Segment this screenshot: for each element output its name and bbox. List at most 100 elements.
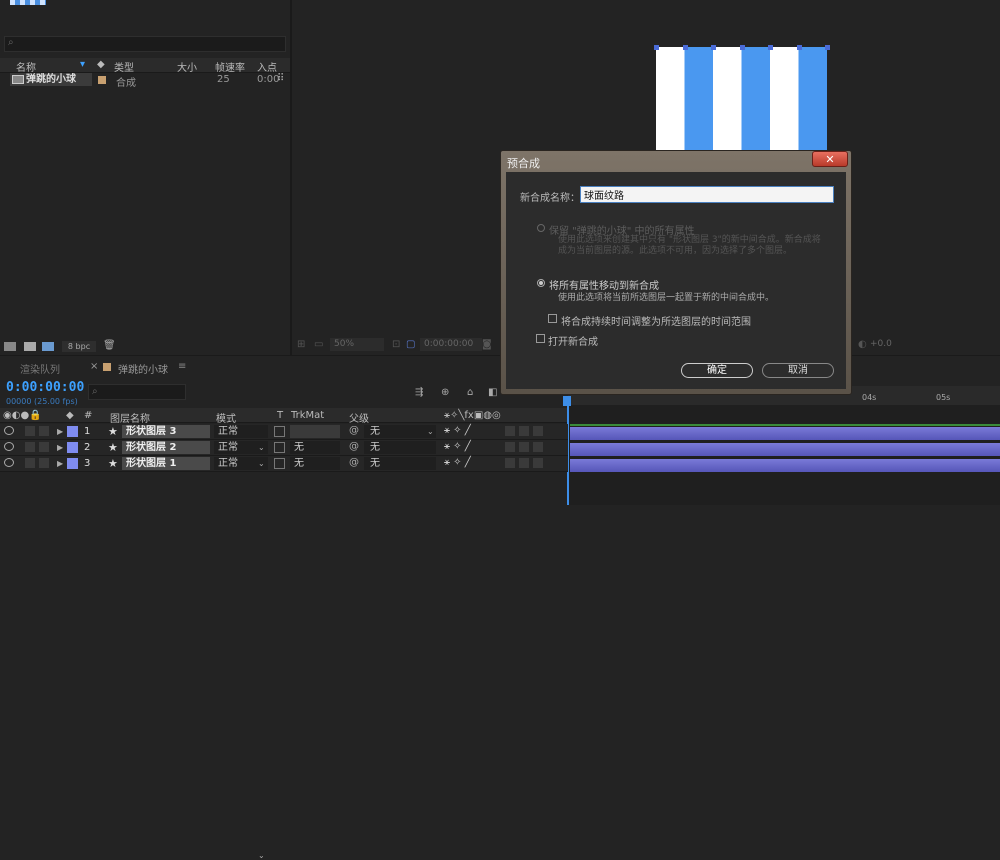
viewer-time-display[interactable]: 0:00:00:00 xyxy=(420,338,482,351)
composition-mini-flowchart-icon[interactable]: ⇶ xyxy=(415,387,423,398)
transform-handle[interactable] xyxy=(654,45,659,50)
preserve-transparency-checkbox[interactable] xyxy=(274,426,285,437)
close-icon[interactable]: × xyxy=(90,361,98,372)
parent-select[interactable]: 无 xyxy=(364,441,436,454)
trkmat-select[interactable]: 无 xyxy=(290,457,340,470)
solo-toggle[interactable] xyxy=(25,458,35,468)
layer-duration-bar[interactable] xyxy=(570,459,1000,472)
project-search-input[interactable] xyxy=(4,36,286,52)
timeline-search-input[interactable] xyxy=(88,384,186,400)
label-tag-icon[interactable]: ◆ xyxy=(97,59,105,70)
new-composition-icon[interactable] xyxy=(42,342,54,351)
new-comp-name-input[interactable] xyxy=(580,186,834,203)
switch-collapse-icon[interactable]: ⚹ ✧ ╱ xyxy=(444,441,471,452)
parent-select[interactable]: 无 xyxy=(364,425,436,438)
layer-duration-bar[interactable] xyxy=(570,443,1000,456)
chevron-down-icon[interactable]: ⌄ xyxy=(427,427,434,436)
layer-name[interactable]: 形状图层 2 xyxy=(122,441,210,454)
column-name[interactable]: 名称 xyxy=(16,59,36,74)
lock-toggle[interactable] xyxy=(39,458,49,468)
interpret-footage-icon[interactable] xyxy=(4,342,16,351)
grid-icon[interactable]: ⊡ xyxy=(392,339,400,350)
lock-toggle[interactable] xyxy=(39,426,49,436)
expand-arrow-icon[interactable]: ▶ xyxy=(57,427,63,436)
camera-icon[interactable]: ◙ xyxy=(482,339,492,350)
tab-render-queue[interactable]: 渲染队列 xyxy=(20,361,60,376)
lock-toggle[interactable] xyxy=(39,442,49,452)
preserve-transparency-checkbox[interactable] xyxy=(274,442,285,453)
adjust-duration-checkbox[interactable] xyxy=(548,314,557,323)
layer-label-color[interactable] xyxy=(67,442,78,453)
layer-name[interactable]: 形状图层 3 xyxy=(122,425,210,438)
switch-box[interactable] xyxy=(519,458,529,468)
layer-name[interactable]: 形状图层 1 xyxy=(122,457,210,470)
striped-shape-layer[interactable] xyxy=(656,47,827,150)
cancel-button[interactable]: 取消 xyxy=(762,363,834,378)
transform-handle[interactable] xyxy=(825,45,830,50)
current-timecode[interactable]: 0:00:00:00 xyxy=(6,380,84,395)
option-move-attributes-radio[interactable] xyxy=(537,279,545,287)
switch-box[interactable] xyxy=(533,458,543,468)
switch-box[interactable] xyxy=(533,426,543,436)
layer-duration-bar[interactable] xyxy=(570,427,1000,440)
solo-toggle[interactable] xyxy=(25,426,35,436)
transform-handle[interactable] xyxy=(797,45,802,50)
new-folder-icon[interactable] xyxy=(24,342,36,351)
layer-label-color[interactable] xyxy=(67,458,78,469)
trkmat-select[interactable] xyxy=(290,425,340,438)
tab-composition[interactable]: 弹跳的小球 xyxy=(118,361,168,376)
switch-box[interactable] xyxy=(533,442,543,452)
table-row[interactable]: ▶ 2 ★ 形状图层 2 正常 ⌄ 无 @ 无 ⚹ ✧ ╱ xyxy=(0,440,568,456)
column-fps[interactable]: 帧速率 xyxy=(215,59,245,74)
eye-icon[interactable] xyxy=(4,442,14,451)
open-new-comp-label[interactable]: 打开新合成 xyxy=(548,333,598,348)
chevron-down-icon[interactable]: ⌄ xyxy=(258,443,265,452)
exposure-icon[interactable]: ◐ xyxy=(858,339,867,350)
frame-blending-icon[interactable]: ◧ xyxy=(488,387,497,398)
flowchart-icon[interactable]: ⠿ xyxy=(277,73,284,84)
trash-icon[interactable]: 🗑 xyxy=(103,340,116,351)
switch-collapse-icon[interactable]: ⚹ ✧ ╱ xyxy=(444,425,471,436)
column-type[interactable]: 类型 xyxy=(114,59,134,74)
parent-select[interactable]: 无 xyxy=(364,457,436,470)
transform-handle[interactable] xyxy=(683,45,688,50)
table-row[interactable]: ▶ 1 ★ 形状图层 3 正常 ⌄ @ 无 ⚹ ✧ ╱ xyxy=(0,424,568,860)
chevron-down-icon[interactable]: ⌄ xyxy=(258,851,265,860)
switch-collapse-icon[interactable]: ⚹ ✧ ╱ xyxy=(444,457,471,468)
monitor-icon[interactable]: ▭ xyxy=(314,339,323,350)
preserve-transparency-checkbox[interactable] xyxy=(274,458,285,469)
adjust-duration-label[interactable]: 将合成持续时间调整为所选图层的时间范围 xyxy=(561,313,751,328)
region-icon[interactable]: ▢ xyxy=(406,339,415,350)
shy-layers-icon[interactable]: ⌂ xyxy=(467,387,473,398)
open-new-comp-checkbox[interactable] xyxy=(536,334,545,343)
transform-handle[interactable] xyxy=(768,45,773,50)
sort-arrow-icon[interactable]: ▾ xyxy=(80,59,85,70)
switch-box[interactable] xyxy=(505,426,515,436)
solo-toggle[interactable] xyxy=(25,442,35,452)
ok-button[interactable]: 确定 xyxy=(681,363,753,378)
eye-icon[interactable] xyxy=(4,426,14,435)
layer-label-color[interactable] xyxy=(67,426,78,437)
zoom-dropdown[interactable]: 50% xyxy=(330,338,384,351)
column-layer-name[interactable]: 图层名称 xyxy=(110,410,150,425)
expand-arrow-icon[interactable]: ▶ xyxy=(57,443,63,452)
switch-box[interactable] xyxy=(519,442,529,452)
switch-box[interactable] xyxy=(519,426,529,436)
eye-icon[interactable] xyxy=(4,458,14,467)
close-button[interactable]: ✕ xyxy=(812,151,848,167)
table-row[interactable]: ▶ 3 ★ 形状图层 1 正常 ⌄ 无 @ 无 ⚹ ✧ ╱ xyxy=(0,456,568,472)
column-size[interactable]: 大小 xyxy=(177,59,197,74)
transform-handle[interactable] xyxy=(711,45,716,50)
draft-3d-icon[interactable]: ⊕ xyxy=(441,387,449,398)
trkmat-select[interactable]: 无 xyxy=(290,441,340,454)
expand-arrow-icon[interactable]: ▶ xyxy=(57,459,63,468)
switch-box[interactable] xyxy=(505,458,515,468)
pickwhip-icon[interactable]: @ xyxy=(349,425,359,436)
menu-icon[interactable]: ≡ xyxy=(178,361,186,372)
pickwhip-icon[interactable]: @ xyxy=(349,457,359,468)
chevron-down-icon[interactable]: ⌄ xyxy=(258,459,265,468)
pickwhip-icon[interactable]: @ xyxy=(349,441,359,452)
bit-depth-button[interactable]: 8 bpc xyxy=(62,341,96,352)
column-in-point[interactable]: 入点 xyxy=(257,59,277,74)
exposure-value[interactable]: +0.0 xyxy=(870,339,892,349)
